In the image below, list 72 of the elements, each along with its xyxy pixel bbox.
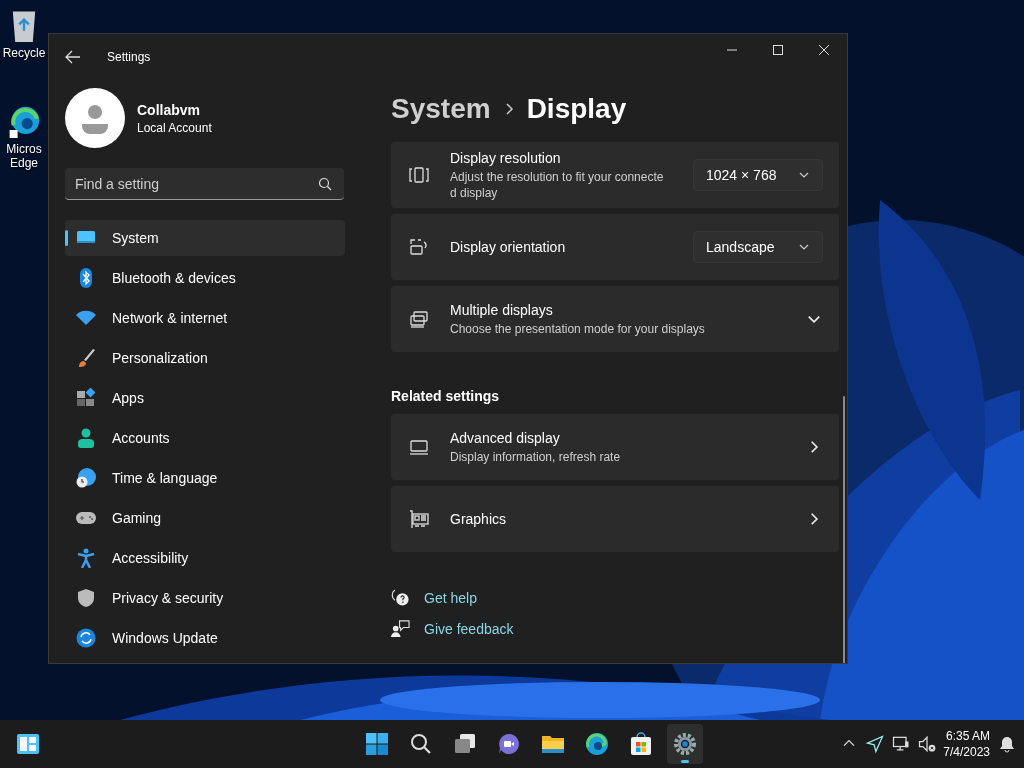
feedback-icon: [391, 619, 410, 638]
search-icon: [408, 732, 433, 756]
multiple-icon: [409, 309, 429, 329]
desktop-icon-label[interactable]: Micros Edge: [6, 142, 42, 170]
selection-indicator: [65, 230, 68, 246]
nav-item[interactable]: Apps: [65, 380, 345, 416]
clock-time[interactable]: 6:35 AM: [943, 728, 990, 744]
close-icon[interactable]: [818, 44, 830, 56]
accounts-icon: [76, 428, 96, 448]
account-type: Local Account: [137, 120, 212, 135]
nav-item[interactable]: Windows Update: [65, 620, 345, 656]
notification-icon[interactable]: [998, 735, 1016, 753]
nav-item[interactable]: Privacy & security: [65, 580, 345, 616]
dropdown[interactable]: 1024 × 768: [693, 159, 823, 191]
apps-icon: [76, 388, 96, 408]
setting-title: Display orientation: [450, 239, 567, 255]
nav-item[interactable]: Accessibility: [65, 540, 345, 576]
orientation-icon: [409, 237, 429, 257]
resolution-icon: [409, 165, 429, 185]
search-icon: [318, 177, 332, 191]
desktop-icon-label[interactable]: Recycle: [2, 46, 46, 60]
location-icon[interactable]: [865, 734, 886, 754]
laptop-icon: [409, 437, 429, 457]
privacy-icon: [76, 588, 96, 608]
nav-item[interactable]: Bluetooth & devices: [65, 260, 345, 296]
nav-item[interactable]: System: [65, 220, 345, 256]
update-icon: [76, 628, 96, 648]
chat-icon: [496, 732, 521, 756]
taskview-icon: [452, 732, 477, 756]
nav-item[interactable]: Time & language: [65, 460, 345, 496]
link[interactable]: Get help: [424, 589, 477, 606]
nav-item[interactable]: Personalization: [65, 340, 345, 376]
time-icon: [76, 468, 96, 488]
window-title: Settings: [107, 50, 152, 64]
setting-description: Adjust the resolution to fit your connecte d display: [450, 168, 665, 201]
store-icon: [628, 732, 653, 756]
edge-icon: [584, 732, 609, 756]
start-icon: [364, 732, 389, 756]
clock-date[interactable]: 7/4/2023: [943, 744, 990, 760]
browser-icon[interactable]: [8, 104, 40, 140]
network-icon: [76, 308, 96, 328]
setting-card[interactable]: Graphics: [391, 486, 839, 552]
setting-title: Display resolution: [450, 149, 562, 166]
volume-muted-icon[interactable]: [917, 734, 938, 754]
help-icon: [391, 588, 410, 607]
section-heading: Related settings: [391, 388, 501, 404]
nav-item[interactable]: Network & internet: [65, 300, 345, 336]
nav-item[interactable]: Accounts: [65, 420, 345, 456]
link[interactable]: Give feedback: [424, 620, 514, 637]
setting-title: Multiple displays: [450, 301, 554, 318]
account-name: Collabvm: [137, 101, 201, 118]
settings-icon: [672, 732, 697, 756]
setting-card[interactable]: Advanced display Display information, refresh rate: [391, 414, 839, 480]
search-field[interactable]: Find a setting: [65, 168, 344, 200]
page-title: Display: [526, 93, 627, 125]
maximize-icon[interactable]: [772, 44, 784, 56]
setting-card[interactable]: Multiple displays Choose the presentation mode for your displays: [391, 286, 839, 352]
brush-icon: [76, 348, 96, 368]
avatar: [65, 88, 125, 148]
setting-description: Choose the presentation mode for your displays: [450, 320, 706, 337]
accessibility-icon: [76, 548, 96, 568]
setting-card[interactable]: Display orientation Landscape: [391, 214, 839, 280]
setting-title: Graphics: [450, 511, 508, 527]
setting-description: Display information, refresh rate: [450, 448, 622, 465]
setting-title: Advanced display: [450, 429, 561, 446]
graphics-icon: [409, 509, 429, 529]
nav-item[interactable]: Gaming: [65, 500, 345, 536]
breadcrumb-parent[interactable]: System: [391, 93, 491, 125]
setting-card[interactable]: Display resolution Adjust the resolution to fit your connecte d display 1024 × 768: [391, 142, 839, 208]
taskbar-button[interactable]: [666, 724, 703, 764]
dropdown[interactable]: Landscape: [693, 231, 823, 263]
widgets-icon[interactable]: [16, 732, 40, 756]
